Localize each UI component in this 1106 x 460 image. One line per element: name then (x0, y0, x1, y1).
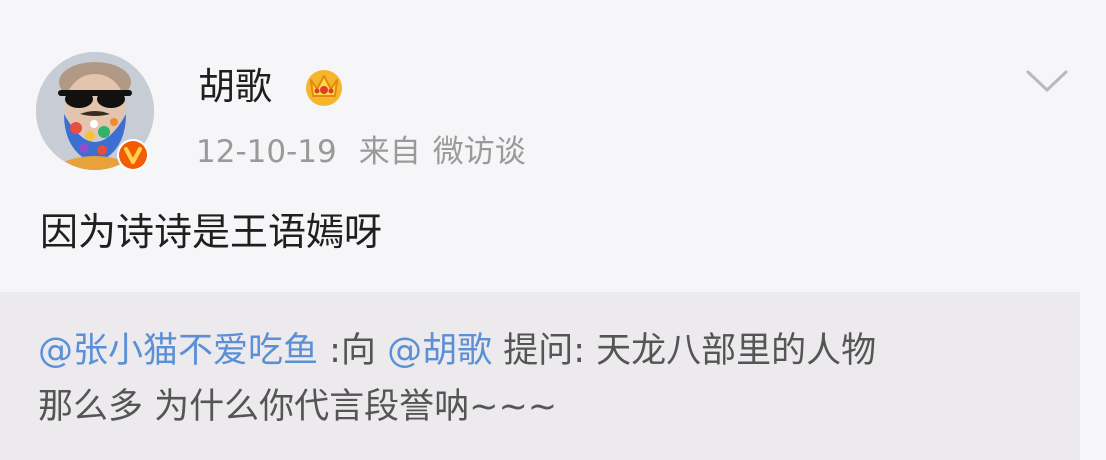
chevron-down-icon[interactable] (1024, 66, 1070, 96)
avatar-container[interactable] (36, 52, 156, 172)
weibo-post: 胡歌 12-10-19 来自 微访谈 因为诗诗是王语嫣呀 (0, 0, 1106, 290)
vip-crown-icon[interactable] (302, 64, 346, 108)
post-text: 因为诗诗是王语嫣呀 (40, 210, 383, 254)
quoted-question[interactable] (0, 292, 1080, 460)
question-line-1: 提问: 天龙八部里的人物 (492, 331, 877, 371)
quote-line-1: @张小猫不爱吃鱼 :向 @胡歌 提问: 天龙八部里的人物 (38, 326, 876, 376)
source-prefix: 来自 (358, 134, 421, 170)
post-date: 12-10-19 (196, 134, 337, 170)
to-text: :向 (318, 331, 388, 371)
username[interactable]: 胡歌 (198, 62, 272, 112)
verified-v-badge-icon (116, 138, 150, 172)
target-mention[interactable]: @胡歌 (387, 331, 492, 371)
quote-line-2: 那么多 为什么你代言段誉呐~~~ (38, 382, 557, 432)
asker-mention[interactable]: @张小猫不爱吃鱼 (38, 331, 318, 371)
source-app[interactable]: 微访谈 (433, 134, 526, 170)
post-meta: 12-10-19 来自 微访谈 (196, 130, 526, 174)
question-line-2: 那么多 为什么你代言段誉呐~~~ (38, 387, 558, 427)
